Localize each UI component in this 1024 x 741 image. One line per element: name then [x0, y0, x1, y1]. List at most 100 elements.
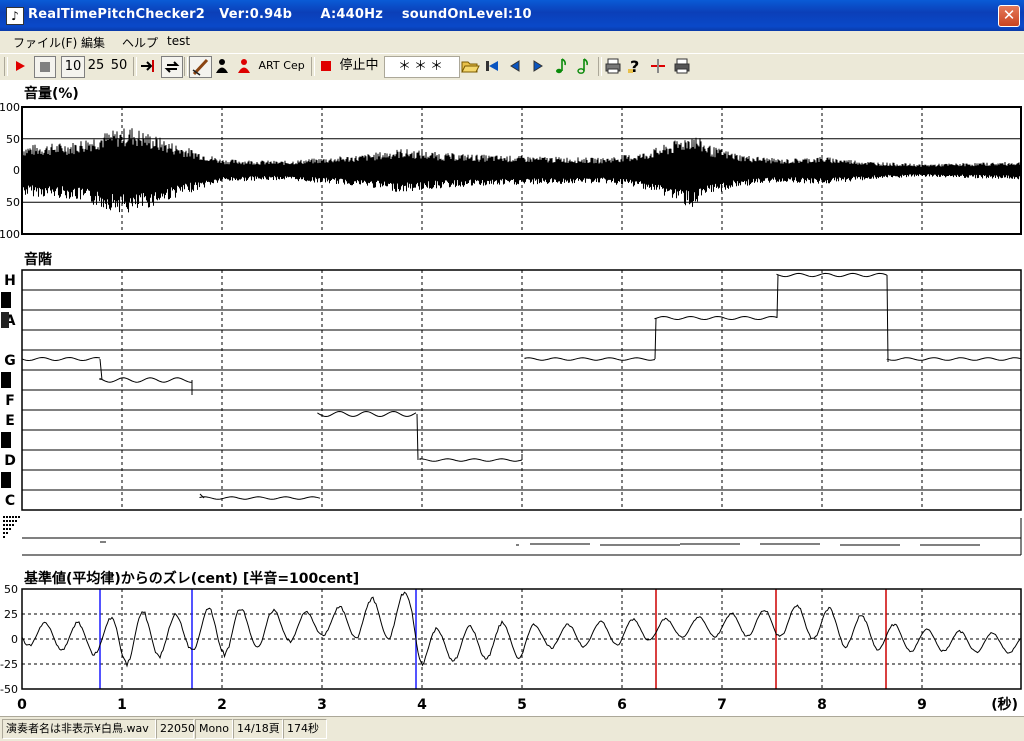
strip-dot	[6, 524, 8, 526]
menu-bar: ファイル(F) 編集 ヘルプ test	[0, 31, 1024, 52]
open-folder-button[interactable]	[460, 56, 480, 76]
singer-female-button[interactable]	[234, 56, 254, 76]
jump-end-button[interactable]	[138, 56, 158, 76]
deviation-tick: 0	[11, 633, 18, 646]
volume-tick: 0	[13, 164, 20, 177]
time-axis: 0 1 2 3 4 5 6 7 8 9 (秒)	[17, 696, 1018, 713]
strip-dot	[9, 516, 11, 518]
play-button[interactable]	[10, 56, 30, 76]
time-unit-label: (秒)	[991, 696, 1018, 713]
close-button[interactable]: ✕	[998, 5, 1020, 27]
crosshair-button[interactable]	[648, 56, 668, 76]
note-label-c: C	[5, 493, 15, 509]
strip-dot	[9, 524, 11, 526]
toolbar-separator	[184, 57, 188, 76]
strip-dot	[3, 520, 5, 522]
status-bar: 演奏者名は非表示¥白鳥.wav 22050 Mono 14/18頁 174秒	[0, 716, 1024, 741]
help-button[interactable]: ?	[626, 56, 644, 76]
toolbar-separator	[598, 57, 602, 76]
black-key	[1, 432, 11, 448]
time-tick: 1	[117, 697, 127, 713]
strip-dot	[18, 516, 20, 518]
menu-file[interactable]: ファイル(F)	[13, 34, 77, 51]
rate-25-button[interactable]: 25	[85, 56, 107, 76]
scale-title: 音階	[24, 251, 52, 268]
app-icon: ♪	[6, 7, 24, 25]
play-icon	[16, 61, 25, 71]
time-tick: 5	[517, 697, 527, 713]
violin-icon	[192, 58, 209, 76]
strip-dot	[3, 524, 5, 526]
help-icon: ?	[628, 57, 639, 76]
volume-tick: 50	[6, 196, 20, 209]
note-label-e: E	[5, 413, 15, 429]
event-strip	[3, 516, 1022, 556]
record-stop-button[interactable]	[316, 56, 336, 76]
cep-button[interactable]: Cep	[282, 56, 306, 76]
rate-10-button[interactable]: 10	[61, 56, 85, 78]
volume-tick: 50	[6, 133, 20, 146]
stop-button[interactable]	[34, 56, 56, 78]
strip-dot	[3, 532, 5, 534]
next-page-button[interactable]	[529, 56, 547, 76]
menu-edit[interactable]: 編集	[81, 34, 105, 51]
time-tick: 8	[817, 697, 827, 713]
scale-grid	[22, 270, 1021, 510]
status-channels: Mono	[195, 719, 233, 739]
art-button[interactable]: ART	[257, 56, 281, 76]
note-up-button[interactable]	[574, 56, 592, 76]
black-key	[1, 312, 9, 328]
prev-page-button[interactable]	[506, 56, 524, 76]
title-bar: ♪ RealTimePitchChecker2 Ver:0.94b A:440H…	[0, 0, 1024, 31]
violin-button[interactable]	[189, 56, 212, 78]
time-tick: 9	[917, 697, 927, 713]
singer-male-button[interactable]	[212, 56, 232, 76]
status-file: 演奏者名は非表示¥白鳥.wav	[2, 719, 156, 739]
music-note-outline-icon	[577, 58, 588, 74]
strip-dot	[3, 516, 5, 518]
window-title: RealTimePitchChecker2 Ver:0.94b A:440Hz …	[28, 7, 532, 22]
time-tick: 0	[17, 697, 27, 713]
print-button[interactable]	[603, 56, 623, 76]
volume-y-ticks: 100 50 0 50 100	[0, 101, 20, 241]
status-value: ＊＊＊	[384, 56, 460, 78]
deviation-title: 基準値(平均律)からのズレ(cent) [半音=100cent]	[24, 570, 359, 587]
note-down-button[interactable]	[552, 56, 570, 76]
deviation-tick: 50	[4, 583, 18, 596]
person-icon	[216, 59, 228, 73]
strip-dot	[6, 532, 8, 534]
time-tick: 4	[417, 697, 427, 713]
deviation-tick: -50	[0, 683, 18, 696]
main-area: 音量(%) 100 50 0 50 100 音階 H A G F E D C 基…	[0, 80, 1024, 716]
print-setup-button[interactable]	[672, 56, 692, 76]
first-page-button[interactable]	[483, 56, 501, 76]
time-tick: 7	[717, 697, 727, 713]
loop-icon	[164, 61, 180, 73]
record-stop-icon	[321, 61, 331, 71]
strip-dot	[15, 516, 17, 518]
skip-back-icon	[486, 61, 498, 71]
strip-dot	[3, 536, 5, 538]
status-page: 14/18頁	[233, 719, 283, 739]
toolbar: 10 25 50 ART Cep 停止中 ＊＊＊ ?	[0, 53, 1024, 81]
svg-text:?: ?	[630, 57, 639, 76]
loop-button[interactable]	[161, 56, 183, 78]
strip-dot	[12, 520, 14, 522]
note-label-f: F	[5, 393, 15, 409]
printer-setup-icon	[674, 58, 690, 74]
note-label-d: D	[4, 453, 16, 469]
toolbar-grip	[4, 57, 8, 76]
stop-icon	[40, 62, 50, 72]
menu-test[interactable]: test	[167, 34, 190, 48]
rate-50-button[interactable]: 50	[108, 56, 130, 76]
strip-dot	[15, 520, 17, 522]
deviation-grid	[22, 589, 1021, 689]
strip-dot	[6, 516, 8, 518]
status-sample-rate: 22050	[156, 719, 195, 739]
deviation-tick: -25	[0, 658, 18, 671]
time-tick: 6	[617, 697, 627, 713]
menu-help[interactable]: ヘルプ	[122, 34, 158, 51]
strip-dot	[12, 516, 14, 518]
analysis-canvas: 音量(%) 100 50 0 50 100 音階 H A G F E D C 基…	[0, 85, 1022, 713]
strip-dot	[6, 520, 8, 522]
